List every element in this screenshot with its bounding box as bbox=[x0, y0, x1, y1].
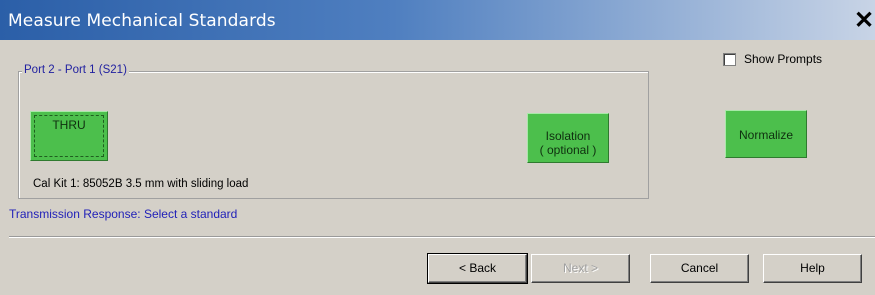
cancel-button[interactable]: Cancel bbox=[650, 254, 749, 283]
next-button[interactable]: Next > bbox=[531, 254, 630, 283]
normalize-label: Normalize bbox=[738, 128, 793, 142]
show-prompts-checkbox[interactable]: Show Prompts bbox=[723, 51, 822, 67]
close-icon[interactable]: ✕ bbox=[853, 8, 875, 34]
back-button[interactable]: < Back bbox=[427, 253, 528, 284]
isolation-button[interactable]: Isolation ( optional ) bbox=[527, 113, 609, 163]
separator bbox=[9, 236, 875, 238]
cal-kit-label: Cal Kit 1: 85052B 3.5 mm with sliding lo… bbox=[33, 178, 249, 190]
window-title: Measure Mechanical Standards bbox=[8, 11, 276, 31]
thru-button[interactable]: THRU bbox=[30, 111, 108, 161]
help-button[interactable]: Help bbox=[763, 254, 862, 283]
group-title: Port 2 - Port 1 (S21) bbox=[22, 64, 129, 76]
title-bar: Measure Mechanical Standards ✕ bbox=[0, 0, 875, 40]
show-prompts-label: Show Prompts bbox=[744, 52, 823, 66]
isolation-label-line1: Isolation bbox=[545, 129, 591, 143]
isolation-label-line2: ( optional ) bbox=[539, 143, 597, 157]
normalize-button[interactable]: Normalize bbox=[725, 110, 807, 158]
checkbox[interactable] bbox=[723, 52, 736, 66]
status-text: Transmission Response: Select a standard bbox=[9, 207, 238, 221]
isolation-label: Isolation ( optional ) bbox=[528, 129, 608, 157]
thru-label: THRU bbox=[52, 118, 86, 132]
